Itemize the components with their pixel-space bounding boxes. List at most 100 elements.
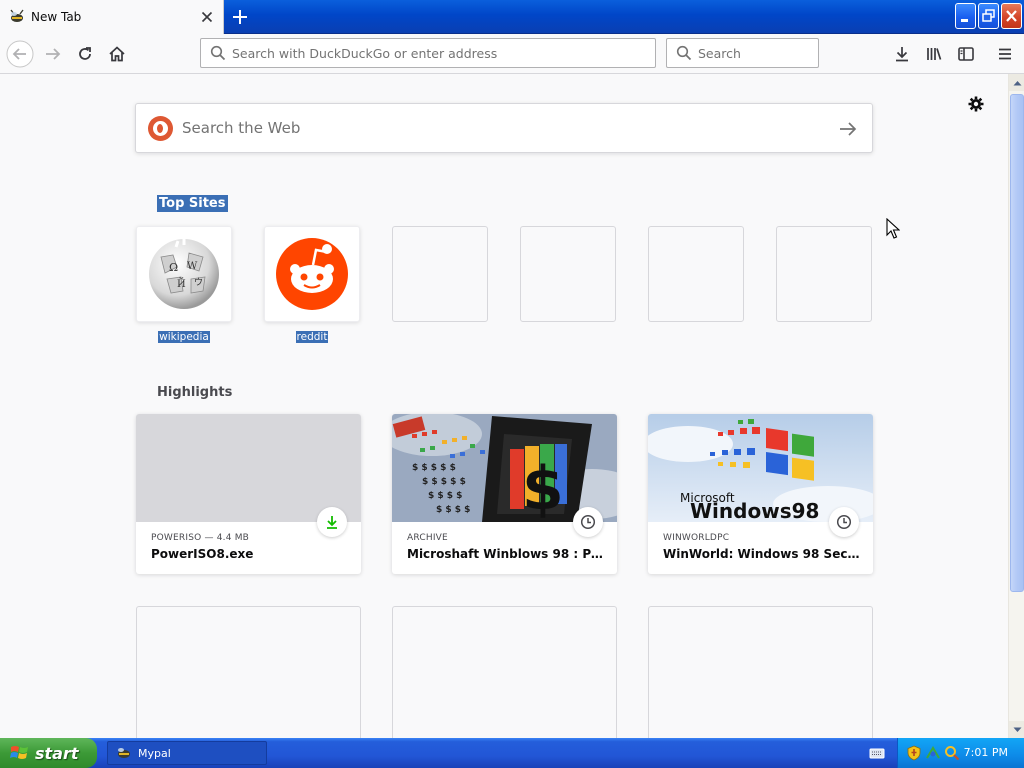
search-bar[interactable] [666,38,819,68]
top-site-reddit[interactable] [264,226,360,322]
card-image: Microsoft Windows98 [648,414,873,522]
network-icon[interactable] [925,745,941,761]
wikipedia-globe-icon: Ω W Й ウ [149,239,219,309]
tab-new-tab[interactable]: New Tab [0,0,224,34]
restore-button[interactable] [978,3,999,29]
customize-button[interactable] [967,95,985,113]
svg-text:$ $ $ $ $: $ $ $ $ $ [412,463,456,473]
card-title: Microshaft Winblows 98 : Parrot… [407,547,605,561]
search-input[interactable] [698,45,808,61]
back-button[interactable] [4,38,36,70]
home-icon [109,46,125,62]
card-context: WINWORLDPC [663,533,730,543]
highlight-card-empty [648,606,873,738]
sidebar-icon [958,47,974,61]
scroll-up-arrow-icon[interactable] [1009,74,1024,91]
reload-icon [79,47,91,60]
scroll-down-arrow-icon[interactable] [1009,721,1024,738]
tab-title: New Tab [31,10,82,24]
home-button[interactable] [101,38,133,70]
card-context: ARCHIVE [407,533,448,543]
download-icon [896,47,908,62]
card-image: $ $ $ $ $ $ $ $ $ $ $ $ $ $ $ $ $ $ $ [392,414,617,522]
window-close-button[interactable] [1001,3,1022,29]
highlight-card[interactable]: POWERISO — 4.4 MB PowerISO8.exe [136,414,361,574]
start-label: start [35,743,79,763]
web-search-input[interactable] [182,119,802,137]
highlights-title: Highlights [157,385,233,400]
new-tab-button[interactable] [228,5,252,29]
reddit-alien-icon [276,238,348,310]
highlight-card-empty [136,606,361,738]
taskbar-item-mypal[interactable]: Mypal [107,741,267,765]
svg-text:Й: Й [177,278,186,290]
clock-icon [829,507,859,537]
taskbar: start Mypal 7:01 PM [0,738,1024,768]
vertical-scrollbar[interactable] [1008,74,1024,738]
highlight-card[interactable]: $ $ $ $ $ $ $ $ $ $ $ $ $ $ $ $ $ $ $ AR… [392,414,617,574]
sidebar-button[interactable] [950,38,982,70]
arrow-right-icon[interactable] [838,119,858,139]
minimize-button[interactable] [955,3,976,29]
address-bar[interactable] [200,38,656,68]
top-site-empty[interactable] [776,226,872,322]
address-input[interactable] [232,45,632,61]
system-tray: 7:01 PM [897,738,1024,768]
back-arrow-icon [6,40,34,68]
top-sites-title: Top Sites [157,195,228,212]
menu-button[interactable] [989,38,1021,70]
minimize-icon [961,19,968,22]
close-icon[interactable] [199,9,215,25]
gear-icon [968,96,984,112]
menu-icon [999,48,1011,60]
top-site-empty[interactable] [520,226,616,322]
card-title: WinWorld: Windows 98 Second … [663,547,861,561]
new-tab-page: Top Sites Ω W Й ウ wikipedia [0,75,1008,738]
clock: 7:01 PM [963,746,1008,759]
svg-text:$: $ [522,454,564,522]
start-button[interactable]: start [0,738,97,768]
navigation-toolbar [0,34,1024,74]
search-icon[interactable] [944,745,960,761]
mypal-bee-icon [116,745,132,761]
svg-text:ウ: ウ [194,277,203,288]
forward-arrow-icon [46,48,61,60]
library-button[interactable] [918,38,950,70]
duckduckgo-logo-icon [148,115,173,141]
plus-icon [233,10,247,24]
mypal-bee-icon [9,9,25,25]
windows-flag-icon [10,746,28,759]
svg-text:$ $ $ $ $: $ $ $ $ $ [422,477,466,487]
title-bar: New Tab [0,0,1024,34]
card-context: POWERISO — 4.4 MB [151,533,250,543]
clock-icon [573,507,603,537]
taskbar-item-label: Mypal [138,746,171,760]
top-site-empty[interactable] [392,226,488,322]
security-shield-icon[interactable] [906,745,922,761]
library-icon [927,48,942,60]
web-search-box[interactable] [135,103,873,153]
search-icon [676,45,692,61]
forward-button[interactable] [37,38,69,70]
mouse-cursor-icon [886,218,900,239]
downloads-button[interactable] [886,38,918,70]
svg-text:$ $ $ $: $ $ $ $ [428,491,462,501]
top-site-wikipedia[interactable]: Ω W Й ウ [136,226,232,322]
top-site-empty[interactable] [648,226,744,322]
top-site-label[interactable]: wikipedia [136,331,232,343]
search-icon [210,45,226,61]
svg-text:$ $ $ $: $ $ $ $ [436,505,470,515]
keyboard-icon[interactable] [869,746,885,760]
restore-icon [982,9,995,22]
card-title: PowerISO8.exe [151,547,254,561]
card-image-placeholder [136,414,361,522]
download-icon [317,507,347,537]
svg-text:W: W [187,261,198,272]
reload-button[interactable] [69,38,101,70]
highlight-card[interactable]: Microsoft Windows98 WINWORLDPC WinWorld:… [648,414,873,574]
svg-text:Ω: Ω [169,261,178,274]
highlight-card-empty [392,606,617,738]
card-image-text: Windows98 [690,499,819,522]
scroll-thumb[interactable] [1010,94,1024,592]
top-site-label[interactable]: reddit [264,331,360,343]
